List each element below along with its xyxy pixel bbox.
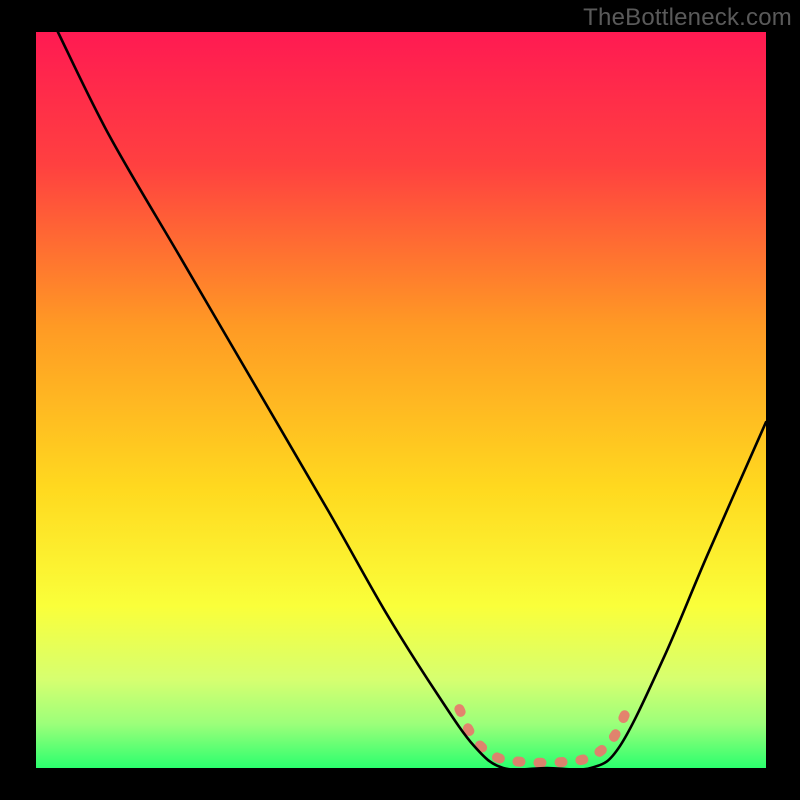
plot-background	[36, 32, 766, 768]
chart-frame: TheBottleneck.com	[0, 0, 800, 800]
bottleneck-chart	[0, 0, 800, 800]
watermark-text: TheBottleneck.com	[583, 4, 792, 32]
